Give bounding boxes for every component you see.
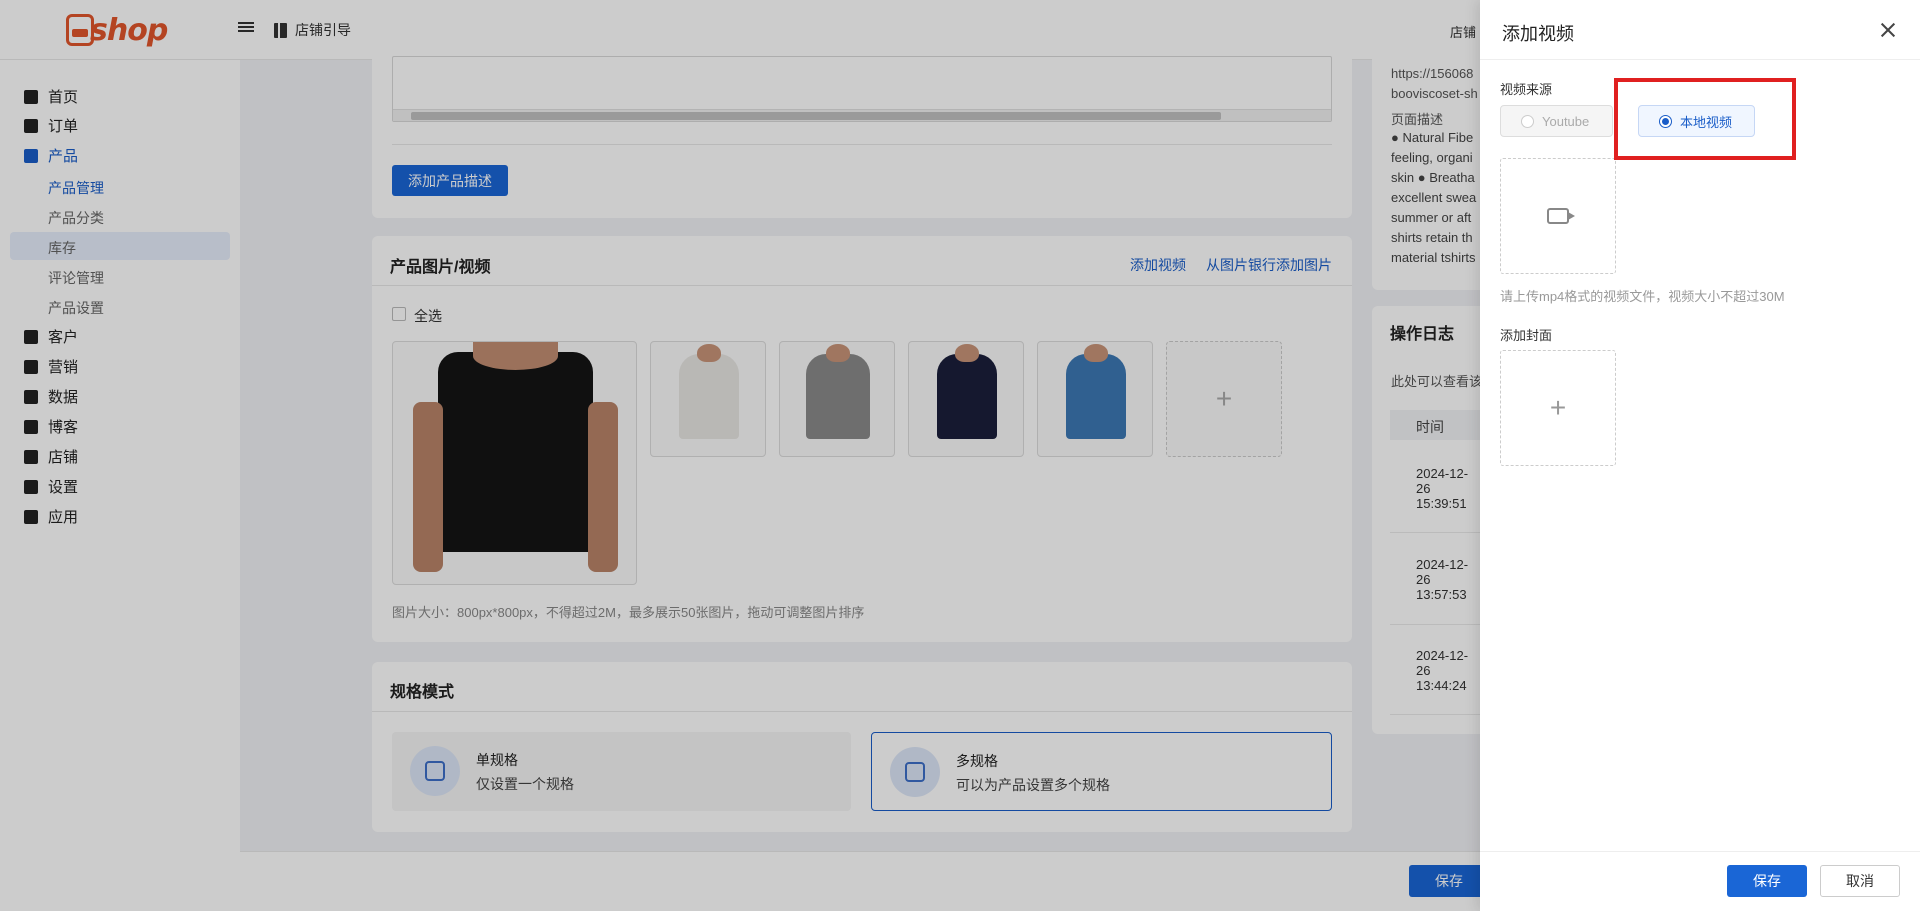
youtube-option-label: Youtube bbox=[1542, 113, 1590, 129]
video-upload-box[interactable] bbox=[1500, 158, 1616, 274]
cover-upload-box[interactable]: + bbox=[1500, 350, 1616, 466]
video-upload-hint: 请上传mp4格式的视频文件，视频大小不超过30M bbox=[1500, 289, 1785, 304]
youtube-option-radio[interactable]: Youtube bbox=[1500, 105, 1613, 137]
close-icon[interactable] bbox=[1880, 22, 1896, 38]
video-source-label: 视频来源 bbox=[1500, 82, 1553, 97]
highlight-annotation bbox=[1614, 78, 1796, 160]
drawer-header: 添加视频 bbox=[1480, 0, 1920, 60]
drawer-footer: 保存 取消 bbox=[1480, 851, 1920, 911]
drawer-title: 添加视频 bbox=[1502, 24, 1574, 44]
drawer-cancel-button[interactable]: 取消 bbox=[1820, 865, 1900, 897]
cover-label: 添加封面 bbox=[1500, 328, 1553, 343]
radio-icon bbox=[1521, 114, 1534, 128]
drawer-save-button[interactable]: 保存 bbox=[1727, 865, 1807, 897]
video-upload-icon bbox=[1547, 208, 1575, 224]
plus-icon: + bbox=[1549, 392, 1567, 423]
